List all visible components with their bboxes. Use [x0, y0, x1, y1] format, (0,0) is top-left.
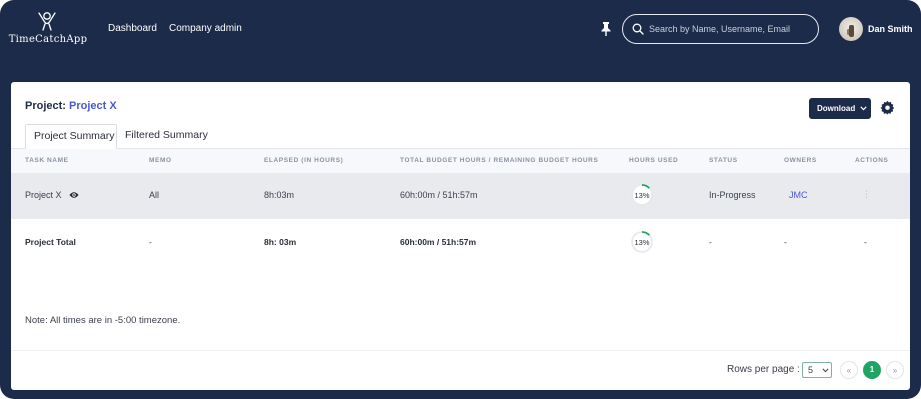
total-hours-used-progress: 13%	[630, 230, 654, 254]
search-box[interactable]	[622, 14, 819, 44]
task-name: Project X	[25, 190, 62, 200]
total-status: -	[709, 237, 712, 247]
tab-filtered-summary[interactable]: Filtered Summary	[117, 124, 216, 149]
col-memo[interactable]: MEMO	[149, 157, 172, 164]
total-hours-used-percent: 13%	[634, 238, 650, 247]
col-budget[interactable]: TOTAL BUDGET HOURS / REMAINING BUDGET HO…	[400, 157, 598, 164]
table-total-row: Project Total - 8h: 03m 60h:00m / 51h:57…	[11, 219, 910, 265]
next-page-button[interactable]: »	[886, 361, 904, 379]
project-name: Project X	[69, 100, 117, 112]
memo-cell: All	[149, 190, 160, 200]
total-memo: -	[149, 237, 152, 247]
total-budget: 60h:00m / 51h:57m	[400, 237, 477, 247]
total-label: Project Total	[25, 237, 76, 247]
chevron-down-icon	[822, 368, 829, 373]
col-hours-used[interactable]: HOURS USED	[629, 157, 678, 164]
chevron-down-icon	[860, 106, 867, 111]
pin-icon[interactable]	[599, 21, 613, 37]
col-status[interactable]: STATUS	[709, 157, 738, 164]
project-summary-card: Project: Project X Download Project Summ…	[11, 82, 910, 390]
page-title: Project: Project X	[25, 100, 117, 112]
eye-icon[interactable]	[69, 191, 79, 201]
page-1-button[interactable]: 1	[863, 361, 881, 379]
prev-page-button[interactable]: «	[840, 361, 858, 379]
table-row[interactable]: Project X All 8h:03m 60h:00m / 51h:57m 1…	[11, 173, 910, 219]
user-name[interactable]: Dan Smith	[868, 24, 913, 34]
download-button[interactable]: Download	[809, 98, 871, 119]
table-header: TASK NAME MEMO ELAPSED (IN HOURS) TOTAL …	[11, 149, 910, 173]
footer-divider	[11, 350, 910, 351]
rows-per-page-value: 5	[808, 365, 814, 375]
total-elapsed: 8h: 03m	[264, 237, 297, 247]
logo-icon	[38, 12, 56, 31]
logo-text: TimeCatchApp	[8, 34, 88, 45]
rows-per-page-label: Rows per page :	[727, 364, 800, 375]
app-logo[interactable]: TimeCatchApp	[8, 10, 88, 50]
hours-used-percent: 13%	[634, 191, 650, 200]
project-label: Project:	[25, 100, 66, 112]
hours-used-progress: 13%	[630, 183, 654, 207]
task-name-cell: Project X	[25, 190, 79, 201]
app-window: TimeCatchApp Dashboard Company admin Dan…	[0, 0, 921, 399]
nav-dashboard[interactable]: Dashboard	[108, 23, 157, 34]
col-elapsed[interactable]: ELAPSED (IN HOURS)	[264, 157, 343, 164]
search-input[interactable]	[649, 21, 814, 37]
search-icon	[632, 23, 644, 35]
rows-per-page-select[interactable]: 5	[802, 362, 832, 378]
download-label: Download	[817, 104, 856, 113]
elapsed-cell: 8h:03m	[264, 190, 295, 200]
col-owners[interactable]: OWNERS	[784, 157, 817, 164]
col-task-name[interactable]: TASK NAME	[25, 157, 69, 164]
total-actions: -	[864, 237, 867, 247]
status-cell: In-Progress	[709, 190, 756, 200]
tab-project-summary[interactable]: Project Summary	[25, 124, 117, 149]
col-actions: ACTIONS	[855, 157, 889, 164]
total-owners: -	[784, 237, 787, 247]
budget-cell: 60h:00m / 51h:57m	[400, 190, 478, 200]
avatar[interactable]	[839, 17, 863, 41]
timezone-note: Note: All times are in -5:00 timezone.	[25, 315, 181, 326]
row-actions-menu[interactable]: ⋮	[862, 189, 871, 200]
nav-company-admin[interactable]: Company admin	[169, 23, 242, 34]
gear-icon[interactable]	[880, 100, 895, 120]
owner-link[interactable]: JMC	[789, 190, 808, 200]
